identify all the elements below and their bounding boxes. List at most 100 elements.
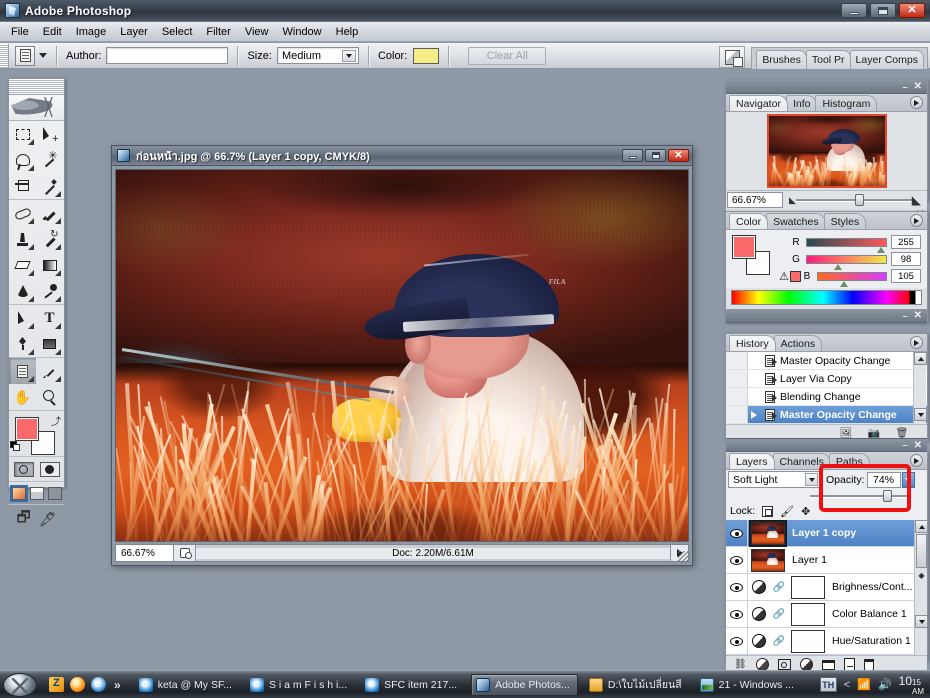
language-indicator[interactable]: TH (819, 677, 837, 692)
navigator-thumbnail-area[interactable] (726, 112, 927, 190)
eraser-tool[interactable] (9, 252, 36, 278)
type-tool[interactable]: T (36, 305, 63, 331)
notes-tool[interactable] (9, 358, 36, 384)
menu-filter[interactable]: Filter (199, 24, 237, 40)
chevron-down-icon[interactable] (341, 50, 356, 62)
palette-well-tab-brushes[interactable]: Brushes (756, 50, 807, 69)
options-bar-grip[interactable] (0, 43, 9, 68)
zend-icon[interactable] (49, 677, 64, 692)
layer-visibility-toggle[interactable] (726, 520, 748, 546)
jump-to-imageready-icon[interactable]: 🗗 (17, 507, 31, 532)
volume-icon[interactable]: 🔊 (878, 678, 892, 691)
opacity-popup-arrow-icon[interactable] (901, 471, 915, 488)
layers-minimize-icon[interactable]: – (903, 440, 908, 450)
color-minimize-icon[interactable]: – (903, 311, 908, 321)
file-browser-icon[interactable] (719, 46, 746, 68)
notes-tool-icon[interactable] (15, 45, 35, 66)
taskbar-item-keta[interactable]: keta @ My SF... (135, 674, 239, 696)
navigator-zoom-slider[interactable]: ◣ ◣ (783, 193, 927, 207)
palette-menu-icon[interactable] (910, 214, 923, 227)
palette-menu-icon[interactable] (910, 454, 923, 467)
layer-row[interactable]: 🔗 Brighness/Cont... (726, 574, 927, 601)
standard-screen-mode-button[interactable] (9, 484, 28, 502)
maximize-button[interactable] (870, 3, 896, 18)
palette-menu-icon[interactable] (910, 96, 923, 109)
toolbox-drag-handle[interactable] (9, 79, 64, 95)
layer-mask-thumbnail[interactable] (791, 602, 825, 626)
rectangular-marquee-tool[interactable] (9, 121, 36, 147)
minimize-button[interactable] (841, 3, 867, 18)
lasso-tool[interactable] (9, 147, 36, 173)
close-button[interactable]: ✕ (899, 3, 925, 18)
tab-layers[interactable]: Layers (729, 453, 775, 469)
internet-explorer-icon[interactable] (91, 675, 106, 692)
palette-well-tab-layer-comps[interactable]: Layer Comps (849, 50, 924, 69)
layer-visibility-toggle[interactable] (726, 601, 748, 627)
history-state-row[interactable]: Blending Change (726, 388, 927, 406)
tray-expand-chevron-icon[interactable]: < (844, 679, 850, 691)
history-snapshot-checkbox[interactable] (726, 388, 748, 405)
navigator-view-box[interactable] (766, 114, 887, 188)
note-color-swatch[interactable] (413, 47, 440, 64)
brush-tool[interactable] (36, 200, 63, 226)
document-minimize-button[interactable] (622, 149, 643, 162)
crop-tool[interactable] (9, 173, 36, 199)
menu-help[interactable]: Help (329, 24, 366, 40)
scroll-down-button[interactable] (915, 615, 928, 628)
healing-brush-tool[interactable] (9, 200, 36, 226)
channel-value-b[interactable]: 105 (891, 269, 921, 283)
opacity-slider-knob[interactable] (883, 490, 892, 502)
layer-row[interactable]: Layer 1 (726, 547, 927, 574)
color-palette-bottom-bar[interactable]: – ✕ (726, 309, 927, 323)
zoom-out-small-icon[interactable]: ◣ (789, 195, 796, 206)
channel-value-r[interactable]: 255 (891, 235, 921, 249)
history-scrollbar[interactable] (913, 352, 927, 424)
swap-colors-icon[interactable]: ⤴ (51, 413, 61, 428)
network-icon[interactable]: 📶 (857, 678, 871, 691)
navigator-zoom-field[interactable]: 66.67% (727, 192, 783, 208)
default-colors-icon[interactable] (10, 441, 20, 455)
author-input[interactable] (106, 47, 229, 64)
move-tool[interactable] (36, 121, 63, 147)
layer-row-selected[interactable]: Layer 1 copy (726, 519, 927, 547)
scrollbar-thumb[interactable] (916, 534, 927, 568)
jump-secondary-icon[interactable]: 🖋 (39, 511, 57, 528)
out-of-gamut-swatch[interactable] (790, 270, 801, 282)
layer-thumbnail[interactable] (749, 519, 787, 547)
channel-value-g[interactable]: 98 (891, 252, 921, 266)
link-mask-icon[interactable]: 🔗 (770, 582, 788, 593)
menu-edit[interactable]: Edit (36, 24, 69, 40)
zoom-in-large-icon[interactable]: ◣ (912, 193, 921, 207)
tab-actions[interactable]: Actions (773, 335, 823, 351)
new-group-icon[interactable] (821, 659, 835, 670)
path-selection-tool[interactable] (9, 305, 36, 331)
menu-select[interactable]: Select (155, 24, 200, 40)
navigator-minimize-icon[interactable]: – (903, 82, 908, 92)
eyedropper-tool[interactable] (36, 358, 63, 384)
layers-scrollbar[interactable]: ◆ (914, 520, 928, 655)
add-layer-mask-icon[interactable] (777, 659, 791, 670)
lock-transparent-pixels-icon[interactable] (762, 505, 774, 517)
layer-visibility-toggle[interactable] (726, 628, 748, 654)
shape-tool[interactable] (36, 331, 63, 357)
opacity-slider[interactable] (726, 489, 927, 502)
slider-track-b[interactable] (817, 271, 887, 287)
palette-menu-icon[interactable] (910, 336, 923, 349)
document-resize-handle[interactable] (678, 551, 690, 563)
document-maximize-button[interactable] (645, 149, 666, 162)
layer-mask-thumbnail[interactable] (791, 575, 825, 599)
image-canvas[interactable]: FILA (115, 169, 689, 542)
document-titlebar[interactable]: ก่อนหน้า.jpg @ 66.7% (Layer 1 copy, CMYK… (112, 146, 692, 166)
start-orb-icon[interactable] (3, 672, 37, 697)
document-close-button[interactable]: ✕ (668, 149, 689, 162)
blend-mode-select[interactable]: Soft Light (728, 471, 820, 488)
clear-all-button[interactable]: Clear All (468, 46, 547, 65)
sun-icon[interactable] (70, 677, 85, 692)
menu-image[interactable]: Image (69, 24, 114, 40)
tab-navigator[interactable]: Navigator (729, 95, 788, 111)
delete-layer-icon[interactable] (863, 658, 874, 671)
layer-thumbnail[interactable] (751, 548, 785, 572)
hand-tool[interactable]: ✋ (9, 384, 36, 410)
full-screen-with-menubar-button[interactable] (29, 486, 44, 500)
zoom-tool[interactable] (36, 384, 63, 410)
